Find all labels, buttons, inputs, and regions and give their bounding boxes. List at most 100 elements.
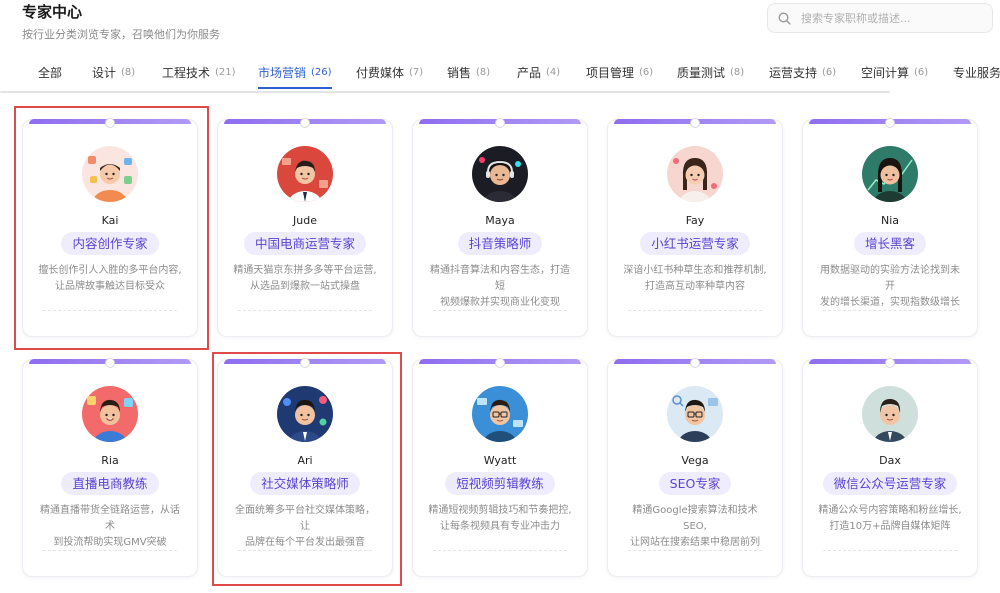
description-line: 视频爆款并实现商业化变现 [440,297,560,308]
card-hanger [495,118,505,128]
card-hanger [300,118,310,128]
expert-card-kai[interactable]: Kai 内容创作专家 擅长创作引人入胜的多平台内容, 让品牌故事触达目标受众 [22,118,198,337]
tab-count: (8) [730,66,745,78]
card-hanger [885,118,895,128]
tab-product[interactable]: 产品 (4) [517,56,560,88]
avatar [472,146,528,202]
page-title: 专家中心 [22,3,83,21]
expert-role-badge: 微信公众号运营专家 [822,472,958,495]
expert-card-dax[interactable]: Dax 微信公众号运营专家 精通公众号内容策略和粉丝增长, 打造10万+品牌自媒体… [802,358,978,577]
page-header: 专家中心 按行业分类浏览专家，召唤他们为你服务 [22,2,220,42]
card-divider [433,550,567,551]
expert-card-maya[interactable]: Maya 抖音策略师 精通抖音算法和内容生态，打造短 视频爆款并实现商业化变现 [412,118,588,337]
card-hanger [690,358,700,368]
tab-sales[interactable]: 销售 (8) [447,56,490,88]
tab-count: (6) [639,66,654,78]
card-divider [238,310,372,311]
expert-role-badge: 小红书运营专家 [640,232,750,255]
search-box[interactable] [767,3,993,33]
expert-role-badge: 增长黑客 [853,232,926,255]
expert-role-badge: 社交媒体策略师 [250,472,360,495]
card-divider [238,550,372,551]
expert-description: 擅长创作引人入胜的多平台内容, 让品牌故事触达目标受众 [37,263,183,295]
tab-operations[interactable]: 运营支持 (6) [769,56,836,88]
card-divider [628,310,762,311]
tab-engineering[interactable]: 工程技术 (21) [162,56,236,88]
expert-card-ria[interactable]: Ria 直播电商教练 精通直播带货全链路运营，从话术 到投流帮助实现GMV突破 [22,358,198,577]
page-subtitle: 按行业分类浏览专家，召唤他们为你服务 [22,28,220,41]
avatar [277,146,333,202]
card-divider [433,310,567,311]
description-line: 全面统筹多平台社交媒体策略，让 [235,505,375,532]
tab-count: (6) [914,66,929,78]
tab-label: 专业服务 [953,65,1000,80]
tab-label: 工程技术 [162,65,211,80]
description-line: 从选品到爆款一站式操盘 [250,281,360,292]
expert-description: 精通直播带货全链路运营，从话术 到投流帮助实现GMV突破 [37,503,183,551]
description-line: 用数据驱动的实验方法论找到未开 [820,265,960,292]
tab-label: 产品 [517,65,542,80]
description-line: 精通直播带货全链路运营，从话术 [40,505,180,532]
card-divider [823,310,957,311]
expert-name: Jude [293,214,317,227]
tab-label: 付费媒体 [356,65,405,80]
tab-label: 项目管理 [586,65,635,80]
expert-card-ari[interactable]: Ari 社交媒体策略师 全面统筹多平台社交媒体策略，让 品牌在每个平台发出最强音 [217,358,393,577]
expert-name: Vega [681,454,709,467]
tab-professional-services[interactable]: 专业服务 [953,56,1000,88]
expert-description: 精通抖音算法和内容生态，打造短视频爆款并实现商业化变现 [427,263,573,311]
description-line: 深谙小红书种草生态和推荐机制, [623,265,767,276]
expert-description: 精通Google搜索算法和技术SEO, 让网站在搜索结果中稳居前列 [622,503,768,551]
search-input[interactable] [799,10,983,26]
tab-count: (6) [822,66,837,78]
description-line: 精通天猫京东拼多多等平台运营, [233,265,377,276]
avatar [82,146,138,202]
card-hanger [300,358,310,368]
card-divider [628,550,762,551]
tabs-scrollbar[interactable] [0,91,890,93]
card-hanger [105,358,115,368]
description-line: 让品牌故事触达目标受众 [55,281,165,292]
card-hanger [105,118,115,128]
tab-design[interactable]: 设计 (8) [92,56,135,88]
tab-marketing[interactable]: 市场营销 (26) [258,56,332,89]
tab-project-management[interactable]: 项目管理 (6) [586,56,653,88]
tab-count: (8) [476,66,491,78]
tab-label: 全部 [38,65,63,80]
expert-card-wyatt[interactable]: Wyatt 短视频剪辑教练 精通短视频剪辑技巧和节奏把控, 让每条视频具有专业冲击… [412,358,588,577]
tab-label: 运营支持 [769,65,818,80]
avatar [277,386,333,442]
tab-label: 质量测试 [677,65,726,80]
tab-count: (8) [121,66,136,78]
tab-label: 设计 [92,65,117,80]
description-line: 精通抖音算法和内容生态，打造短 [430,265,570,292]
expert-description: 全面统筹多平台社交媒体策略，让 品牌在每个平台发出最强音 [232,503,378,551]
avatar [862,386,918,442]
expert-role-badge: 短视频剪辑教练 [445,472,555,495]
expert-role-badge: 直播电商教练 [61,472,159,495]
tab-spatial-computing[interactable]: 空间计算 (6) [861,56,928,88]
expert-description: 深谙小红书种草生态和推荐机制, 打造高互动率种草内容 [622,263,768,295]
description-line: 发的增长渠道，实现指数级增长 [820,297,960,308]
expert-card-jude[interactable]: Jude 中国电商运营专家 精通天猫京东拼多多等平台运营, 从选品到爆款一站式操盘 [217,118,393,337]
expert-name: Nia [880,214,900,227]
tab-qa-testing[interactable]: 质量测试 (8) [677,56,744,88]
category-tabs: 全部 设计 (8) 工程技术 (21) 市场营销 (26) 付费媒体 (7) 销售 (8)… [0,56,1000,90]
expert-name: Ria [101,454,119,467]
avatar [667,386,723,442]
expert-card-nia[interactable]: Nia 增长黑客 用数据驱动的实验方法论找到未开发的增长渠道，实现指数级增长 [802,118,978,337]
card-divider [43,550,177,551]
expert-name: Kai [101,214,119,227]
expert-description: 精通短视频剪辑技巧和节奏把控, 让每条视频具有专业冲击力 [427,503,573,535]
description-line: 精通短视频剪辑技巧和节奏把控, [428,505,572,516]
expert-card-fay[interactable]: Fay 小红书运营专家 深谙小红书种草生态和推荐机制, 打造高互动率种草内容 [607,118,783,337]
card-divider [823,550,957,551]
tab-all[interactable]: 全部 [38,56,67,88]
expert-name: Fay [685,214,705,227]
tab-count: (26) [311,66,332,78]
expert-description: 用数据驱动的实验方法论找到未开发的增长渠道，实现指数级增长 [817,263,963,311]
expert-card-vega[interactable]: Vega SEO专家 精通Google搜索算法和技术SEO, 让网站在搜索结果中稳… [607,358,783,577]
description-line: 打造高互动率种草内容 [645,281,745,292]
tab-paid-media[interactable]: 付费媒体 (7) [356,56,423,88]
expert-role-badge: 中国电商运营专家 [243,232,366,255]
